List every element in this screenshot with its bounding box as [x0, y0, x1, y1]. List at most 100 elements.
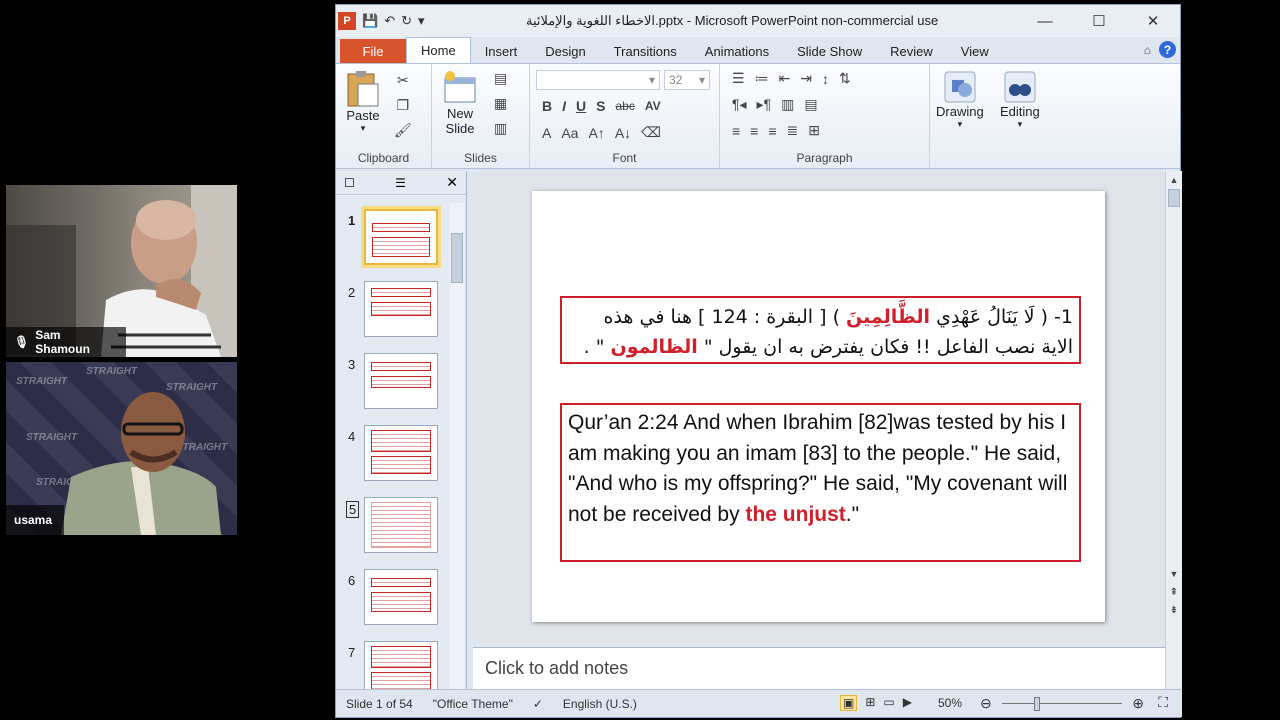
- font-name-select[interactable]: ▾: [536, 70, 660, 90]
- slide-sorter-icon[interactable]: ⊞: [865, 695, 875, 711]
- format-painter-icon[interactable]: 🖌: [394, 122, 412, 139]
- undo-icon[interactable]: ↶: [384, 13, 395, 29]
- drawing-button[interactable]: Drawing ▾: [936, 70, 984, 130]
- zoom-in-icon[interactable]: ⊕: [1132, 695, 1144, 712]
- reset-icon[interactable]: ▦: [494, 95, 507, 112]
- slideshow-view-icon[interactable]: ▶: [903, 695, 912, 711]
- paste-button[interactable]: Paste ▾: [346, 70, 380, 134]
- align-center-icon[interactable]: ≡: [750, 123, 758, 139]
- save-icon[interactable]: 💾: [362, 13, 378, 29]
- rtl-icon[interactable]: ¶◂: [732, 96, 747, 113]
- char-spacing-icon[interactable]: AV: [645, 99, 661, 113]
- slide-thumbnail[interactable]: [364, 353, 438, 409]
- fit-to-window-icon[interactable]: ⛶: [1158, 694, 1168, 711]
- video-tile-usama[interactable]: STRAIGHT STRAIGHT STRAIGHT STRAIGHT STRA…: [6, 362, 237, 535]
- tab-insert[interactable]: Insert: [471, 39, 532, 63]
- font-size-select[interactable]: 32 ▾: [664, 70, 710, 90]
- tab-animations[interactable]: Animations: [691, 39, 783, 63]
- minimize-button[interactable]: —: [1018, 5, 1072, 37]
- slide-counter: Slide 1 of 54: [346, 696, 413, 711]
- close-button[interactable]: ✕: [1126, 5, 1180, 37]
- underline-icon[interactable]: U: [576, 98, 586, 114]
- tab-file[interactable]: File: [340, 39, 406, 63]
- maximize-button[interactable]: ☐: [1072, 5, 1126, 37]
- editor-scrollbar[interactable]: ▲ ▼ ⇞ ⇟: [1165, 171, 1182, 689]
- slide-thumbnail[interactable]: [364, 209, 438, 265]
- increase-indent-icon[interactable]: ⇥: [800, 70, 812, 87]
- video-tile-sam[interactable]: 🎙 Sam Shamoun: [6, 185, 237, 357]
- zoom-level[interactable]: 50%: [938, 696, 962, 710]
- redo-icon[interactable]: ↻: [401, 13, 412, 29]
- cut-icon[interactable]: ✂: [397, 72, 409, 89]
- slide-thumbnail[interactable]: [364, 497, 438, 553]
- normal-view-icon[interactable]: ▣: [840, 695, 858, 711]
- change-case-icon[interactable]: Aa: [561, 125, 578, 141]
- new-slide-button[interactable]: New Slide: [442, 70, 478, 136]
- align-text-icon[interactable]: ▤: [804, 96, 817, 113]
- grow-font-icon[interactable]: A↑: [588, 125, 604, 141]
- help-icon[interactable]: ?: [1159, 41, 1176, 58]
- slides-panel[interactable]: ☐ ☰ ✕ 1 2 3 4 5 6 7: [336, 171, 467, 697]
- reading-view-icon[interactable]: ▭: [883, 695, 894, 711]
- customize-toolbar-icon[interactable]: ▾: [418, 13, 425, 29]
- copy-icon[interactable]: ❐: [397, 97, 410, 114]
- slides-tab-icon[interactable]: ☐: [344, 176, 355, 190]
- slide-thumbnail[interactable]: [364, 425, 438, 481]
- tab-slide-show[interactable]: Slide Show: [783, 39, 876, 63]
- columns-icon[interactable]: ▥: [781, 96, 794, 113]
- smartart-icon[interactable]: ⊞: [808, 122, 820, 139]
- workspace: ☐ ☰ ✕ 1 2 3 4 5 6 7 1- ( لَا يَنَالُ عَه…: [336, 171, 1182, 697]
- justify-icon[interactable]: ≣: [787, 122, 799, 139]
- tab-design[interactable]: Design: [531, 39, 599, 63]
- zoom-slider[interactable]: ⊖ ⊕: [980, 695, 1144, 711]
- text-direction-icon[interactable]: ⇅: [839, 70, 851, 87]
- prev-slide-icon[interactable]: ⇞: [1166, 587, 1182, 598]
- title-bar: P 💾 ↶ ↻ ▾ الاخطاء اللغوية والإملائية.ppt…: [336, 5, 1180, 37]
- bullets-icon[interactable]: ☰: [732, 70, 745, 87]
- ltr-icon[interactable]: ▸¶: [757, 96, 772, 113]
- slide-thumbnail[interactable]: [364, 281, 438, 337]
- font-color-icon[interactable]: A: [542, 125, 551, 141]
- ribbon-tabs: File Home Insert Design Transitions Anim…: [336, 37, 1180, 63]
- spellcheck-icon[interactable]: ✓: [523, 697, 553, 711]
- clear-format-icon[interactable]: ⌫: [641, 124, 661, 141]
- line-spacing-icon[interactable]: ↕: [822, 71, 829, 87]
- bold-icon[interactable]: B: [542, 98, 552, 114]
- shadow-icon[interactable]: S: [596, 98, 605, 114]
- slide-thumbnail[interactable]: [364, 569, 438, 625]
- quick-access-toolbar: P 💾 ↶ ↻ ▾: [336, 12, 425, 30]
- align-right-icon[interactable]: ≡: [768, 123, 776, 139]
- theme-name[interactable]: "Office Theme": [423, 697, 523, 711]
- next-slide-icon[interactable]: ⇟: [1166, 605, 1182, 616]
- shrink-font-icon[interactable]: A↓: [615, 125, 631, 141]
- numbering-icon[interactable]: ≔: [755, 70, 769, 87]
- close-pane-icon[interactable]: ✕: [446, 174, 458, 191]
- scroll-up-icon[interactable]: ▲: [1166, 175, 1182, 185]
- decrease-indent-icon[interactable]: ⇤: [779, 70, 791, 87]
- thumbnails-scrollbar[interactable]: [450, 203, 464, 689]
- italic-icon[interactable]: I: [562, 98, 566, 114]
- font-group: ▾ 32 ▾ B I U S abc AV A Aa A↑ A↓ ⌫ Font: [530, 64, 720, 168]
- powerpoint-app-icon[interactable]: P: [338, 12, 356, 30]
- editing-button[interactable]: Editing ▾: [1000, 70, 1040, 130]
- strikethrough-icon[interactable]: abc: [615, 99, 634, 113]
- tab-transitions[interactable]: Transitions: [600, 39, 691, 63]
- new-slide-icon: [444, 71, 476, 103]
- language-indicator[interactable]: English (U.S.): [553, 697, 647, 711]
- zoom-out-icon[interactable]: ⊖: [980, 695, 992, 712]
- notes-pane[interactable]: Click to add notes: [473, 647, 1165, 689]
- outline-tab-icon[interactable]: ☰: [395, 176, 406, 190]
- minimize-ribbon-icon[interactable]: ⌂: [1144, 43, 1151, 57]
- scroll-down-icon[interactable]: ▼: [1166, 569, 1182, 579]
- section-icon[interactable]: ▥: [494, 120, 507, 137]
- slide-editor[interactable]: 1- ( لَا يَنَالُ عَهْدِي الظَّالِمِينَ )…: [473, 171, 1165, 641]
- ribbon-home: Paste ▾ ✂ ❐ 🖌 Clipboard New Slide ▤ ▦ ▥ …: [336, 63, 1180, 169]
- tab-home[interactable]: Home: [406, 37, 471, 63]
- tab-review[interactable]: Review: [876, 39, 947, 63]
- english-textbox[interactable]: Qur’an 2:24 And when Ibrahim [82]was tes…: [560, 403, 1081, 562]
- current-slide[interactable]: 1- ( لَا يَنَالُ عَهْدِي الظَّالِمِينَ )…: [532, 191, 1105, 622]
- tab-view[interactable]: View: [947, 39, 1003, 63]
- arabic-textbox[interactable]: 1- ( لَا يَنَالُ عَهْدِي الظَّالِمِينَ )…: [560, 296, 1081, 364]
- align-left-icon[interactable]: ≡: [732, 123, 740, 139]
- layout-icon[interactable]: ▤: [494, 70, 507, 87]
